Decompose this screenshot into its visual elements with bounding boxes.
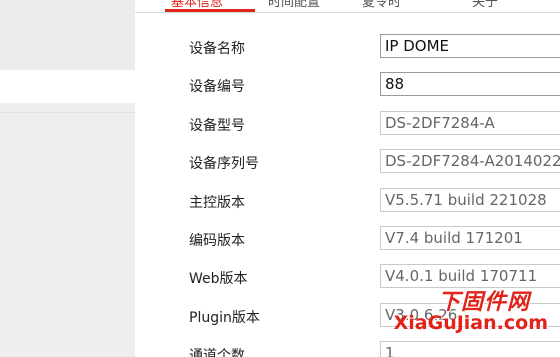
- firmware-version-field: V5.5.71 build 221028: [380, 188, 560, 212]
- form-row-firmware-version: 主控版本 V5.5.71 build 221028: [189, 188, 560, 214]
- serial-number-label: 设备序列号: [189, 156, 259, 172]
- encoding-version-field: V7.4 build 171201: [380, 226, 560, 250]
- device-name-label: 设备名称: [189, 41, 245, 57]
- device-number-label: 设备编号: [189, 79, 245, 95]
- form-row-serial-number: 设备序列号 DS-2DF7284-A20140223: [189, 149, 560, 175]
- sidebar: [0, 0, 135, 357]
- firmware-version-label: 主控版本: [189, 195, 245, 211]
- form-row-plugin-version: Plugin版本 V3.0.6.26: [189, 303, 560, 329]
- plugin-version-label: Plugin版本: [189, 310, 260, 326]
- tab-bar: 基本信息 时间配置 夏令时 关于: [135, 0, 560, 13]
- tab-time-settings[interactable]: 时间配置: [268, 0, 320, 10]
- form-row-device-number: 设备编号 88: [189, 72, 560, 98]
- sidebar-item[interactable]: [0, 103, 135, 357]
- serial-number-field: DS-2DF7284-A20140223: [380, 149, 560, 173]
- sidebar-item[interactable]: [0, 0, 135, 70]
- form-row-encoding-version: 编码版本 V7.4 build 171201: [189, 226, 560, 252]
- form-row-device-name: 设备名称 IP DOME: [189, 34, 560, 60]
- settings-page: 基本信息 时间配置 夏令时 关于 设备名称 IP DOME 设备编号 88 设备…: [0, 0, 560, 357]
- device-model-field: DS-2DF7284-A: [380, 111, 560, 135]
- form-row-device-model: 设备型号 DS-2DF7284-A: [189, 111, 560, 137]
- sidebar-item-active[interactable]: [0, 70, 135, 103]
- device-name-input[interactable]: IP DOME: [380, 34, 560, 58]
- device-number-input[interactable]: 88: [380, 72, 560, 96]
- device-model-label: 设备型号: [189, 118, 245, 134]
- tab-about[interactable]: 关于: [472, 0, 498, 10]
- web-version-label: Web版本: [189, 271, 248, 287]
- encoding-version-label: 编码版本: [189, 233, 245, 249]
- active-tab-indicator: [165, 9, 255, 12]
- form-row-web-version: Web版本 V4.0.1 build 170711: [189, 264, 560, 290]
- plugin-version-field: V3.0.6.26: [380, 303, 560, 327]
- channel-count-label: 通道个数: [189, 348, 245, 357]
- form-row-channel-count: 通道个数 1: [189, 341, 560, 357]
- channel-count-field: 1: [380, 341, 560, 357]
- web-version-field: V4.0.1 build 170711: [380, 264, 560, 288]
- sidebar-divider: [0, 112, 135, 113]
- tab-dst[interactable]: 夏令时: [362, 0, 401, 10]
